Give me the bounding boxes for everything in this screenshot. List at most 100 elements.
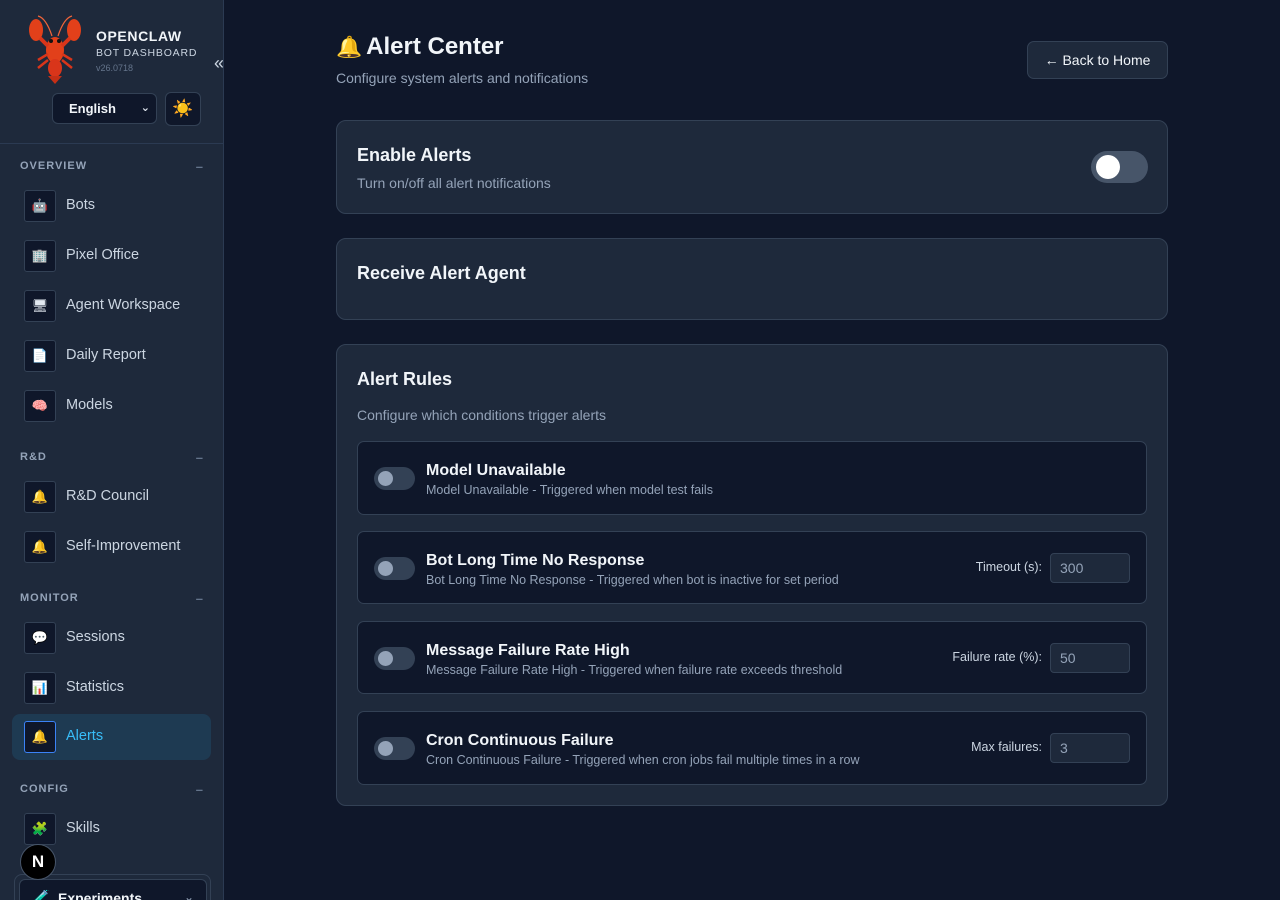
- receive-alert-agent-card: Receive Alert Agent: [336, 238, 1168, 320]
- sidebar-item-label: R&D Council: [66, 488, 149, 504]
- back-to-home-button[interactable]: ← Back to Home: [1027, 41, 1168, 79]
- card-title: Enable Alerts: [357, 145, 472, 165]
- page-title: 🔔 Alert Center: [336, 33, 504, 61]
- enable-alerts-card: Enable Alerts Turn on/off all alert noti…: [336, 120, 1168, 214]
- bell-icon: 🔔: [24, 721, 56, 753]
- failure-rate-input[interactable]: 50: [1050, 643, 1130, 673]
- sidebar-item-models[interactable]: 🧠 Models: [12, 383, 211, 429]
- statistics-icon: 📊: [24, 672, 56, 704]
- sidebar-item-label: Alerts: [66, 728, 104, 744]
- rule-bot-no-response: Bot Long Time No Response Bot Long Time …: [357, 531, 1147, 604]
- card-title: Receive Alert Agent: [357, 263, 526, 283]
- rule-model-unavailable: Model Unavailable Model Unavailable - Tr…: [357, 441, 1147, 515]
- collapse-section-icon[interactable]: –: [196, 782, 204, 797]
- council-icon: 🔔: [24, 481, 56, 513]
- rule-description: Message Failure Rate High - Triggered wh…: [426, 663, 843, 677]
- rule-description: Bot Long Time No Response - Triggered wh…: [426, 573, 839, 587]
- rule-toggle[interactable]: [374, 557, 415, 580]
- theme-toggle-button[interactable]: ☀️: [165, 92, 201, 126]
- language-selected: English: [69, 101, 116, 116]
- rule-title: Bot Long Time No Response: [426, 552, 645, 569]
- section-title: MONITOR: [20, 592, 79, 604]
- rule-description: Model Unavailable - Triggered when model…: [426, 483, 713, 497]
- brand-subtitle: BOT DASHBOARD: [96, 47, 198, 59]
- sidebar-item-rnd-council[interactable]: 🔔 R&D Council: [12, 474, 211, 520]
- language-select[interactable]: English ⌄: [52, 93, 157, 124]
- section-overview[interactable]: OVERVIEW –: [20, 159, 204, 174]
- experiments-label: Experiments: [58, 890, 143, 900]
- robot-icon: 🤖: [24, 190, 56, 222]
- enable-alerts-toggle[interactable]: [1091, 151, 1148, 183]
- sessions-icon: 💬: [24, 622, 56, 654]
- sidebar-item-label: Self-Improvement: [66, 538, 181, 554]
- rule-description: Cron Continuous Failure - Triggered when…: [426, 753, 860, 767]
- collapse-sidebar-icon[interactable]: «: [214, 54, 223, 72]
- section-title: OVERVIEW: [20, 160, 88, 172]
- test-tube-icon: 🧪: [32, 889, 50, 900]
- param-label: Failure rate (%):: [952, 650, 1042, 664]
- toggle-knob: [378, 561, 393, 576]
- brand: OPENCLAW BOT DASHBOARD v26.0718 «: [24, 14, 223, 86]
- section-title: R&D: [20, 451, 47, 463]
- sidebar-item-label: Agent Workspace: [66, 297, 181, 313]
- sidebar-item-alerts[interactable]: 🔔 Alerts: [12, 714, 211, 760]
- sidebar-item-self-improvement[interactable]: 🔔 Self-Improvement: [12, 524, 211, 570]
- lobster-logo: [29, 15, 81, 84]
- sidebar-item-label: Pixel Office: [66, 247, 140, 263]
- alert-rules-card: Alert Rules Configure which conditions t…: [336, 344, 1168, 806]
- sidebar-item-agent-workspace[interactable]: 🖥 Agent Workspace: [12, 283, 211, 329]
- section-title: CONFIG: [20, 783, 69, 795]
- sidebar-item-daily-report[interactable]: 📄 Daily Report: [12, 333, 211, 379]
- sidebar-item-bots[interactable]: 🤖 Bots: [12, 183, 211, 229]
- next-dev-badge[interactable]: N: [20, 844, 56, 880]
- rule-toggle[interactable]: [374, 467, 415, 490]
- office-icon: 🏢: [24, 240, 56, 272]
- experiments-header[interactable]: 🧪 Experiments ⌄: [19, 879, 207, 900]
- rule-message-failure-rate: Message Failure Rate High Message Failur…: [357, 621, 1147, 694]
- sidebar-item-label: Statistics: [66, 679, 125, 695]
- page-subtitle: Configure system alerts and notification…: [336, 70, 589, 86]
- sidebar-item-pixel-office[interactable]: 🏢 Pixel Office: [12, 233, 211, 279]
- toggle-knob: [378, 471, 393, 486]
- bell-icon: 🔔: [336, 36, 363, 59]
- main-content: 🔔 Alert Center Configure system alerts an…: [224, 0, 1280, 900]
- timeout-input[interactable]: 300: [1050, 553, 1130, 583]
- sidebar-item-sessions[interactable]: 💬 Sessions: [12, 615, 211, 661]
- collapse-section-icon[interactable]: –: [196, 159, 204, 174]
- max-failures-input[interactable]: 3: [1050, 733, 1130, 763]
- section-rnd[interactable]: R&D –: [20, 450, 204, 465]
- sun-icon: ☀️: [172, 99, 194, 118]
- rule-toggle[interactable]: [374, 647, 415, 670]
- toggle-knob: [1096, 155, 1120, 179]
- param-label: Max failures:: [971, 740, 1042, 754]
- rule-cron-continuous-failure: Cron Continuous Failure Cron Continuous …: [357, 711, 1147, 785]
- card-description: Turn on/off all alert notifications: [357, 175, 551, 191]
- sidebar-item-statistics[interactable]: 📊 Statistics: [12, 665, 211, 711]
- section-monitor[interactable]: MONITOR –: [20, 591, 204, 606]
- toggle-knob: [378, 741, 393, 756]
- models-icon: 🧠: [24, 390, 56, 422]
- brand-version: v26.0718: [96, 63, 134, 73]
- skills-icon: 🧩: [24, 813, 56, 845]
- sidebar-item-label: Daily Report: [66, 347, 146, 363]
- sidebar-item-label: Sessions: [66, 629, 125, 645]
- collapse-section-icon[interactable]: –: [196, 450, 204, 465]
- chevron-down-icon: ⌄: [183, 890, 194, 900]
- sidebar-item-label: Skills: [66, 820, 100, 836]
- rule-title: Model Unavailable: [426, 462, 566, 479]
- rule-toggle[interactable]: [374, 737, 415, 760]
- page-title-text: Alert Center: [366, 33, 504, 60]
- section-config[interactable]: CONFIG –: [20, 782, 204, 797]
- brand-name: OPENCLAW: [96, 28, 182, 44]
- card-description: Configure which conditions trigger alert…: [357, 407, 607, 423]
- report-icon: 📄: [24, 340, 56, 372]
- collapse-section-icon[interactable]: –: [196, 591, 204, 606]
- sidebar-item-label: Bots: [66, 197, 96, 213]
- param-label: Timeout (s):: [975, 560, 1042, 574]
- sidebar-item-label: Models: [66, 397, 113, 413]
- rule-title: Message Failure Rate High: [426, 642, 630, 659]
- sidebar: OPENCLAW BOT DASHBOARD v26.0718 « Englis…: [0, 0, 224, 900]
- card-title: Alert Rules: [357, 369, 453, 389]
- sidebar-divider: [0, 143, 223, 144]
- workspace-icon: 🖥: [24, 290, 56, 322]
